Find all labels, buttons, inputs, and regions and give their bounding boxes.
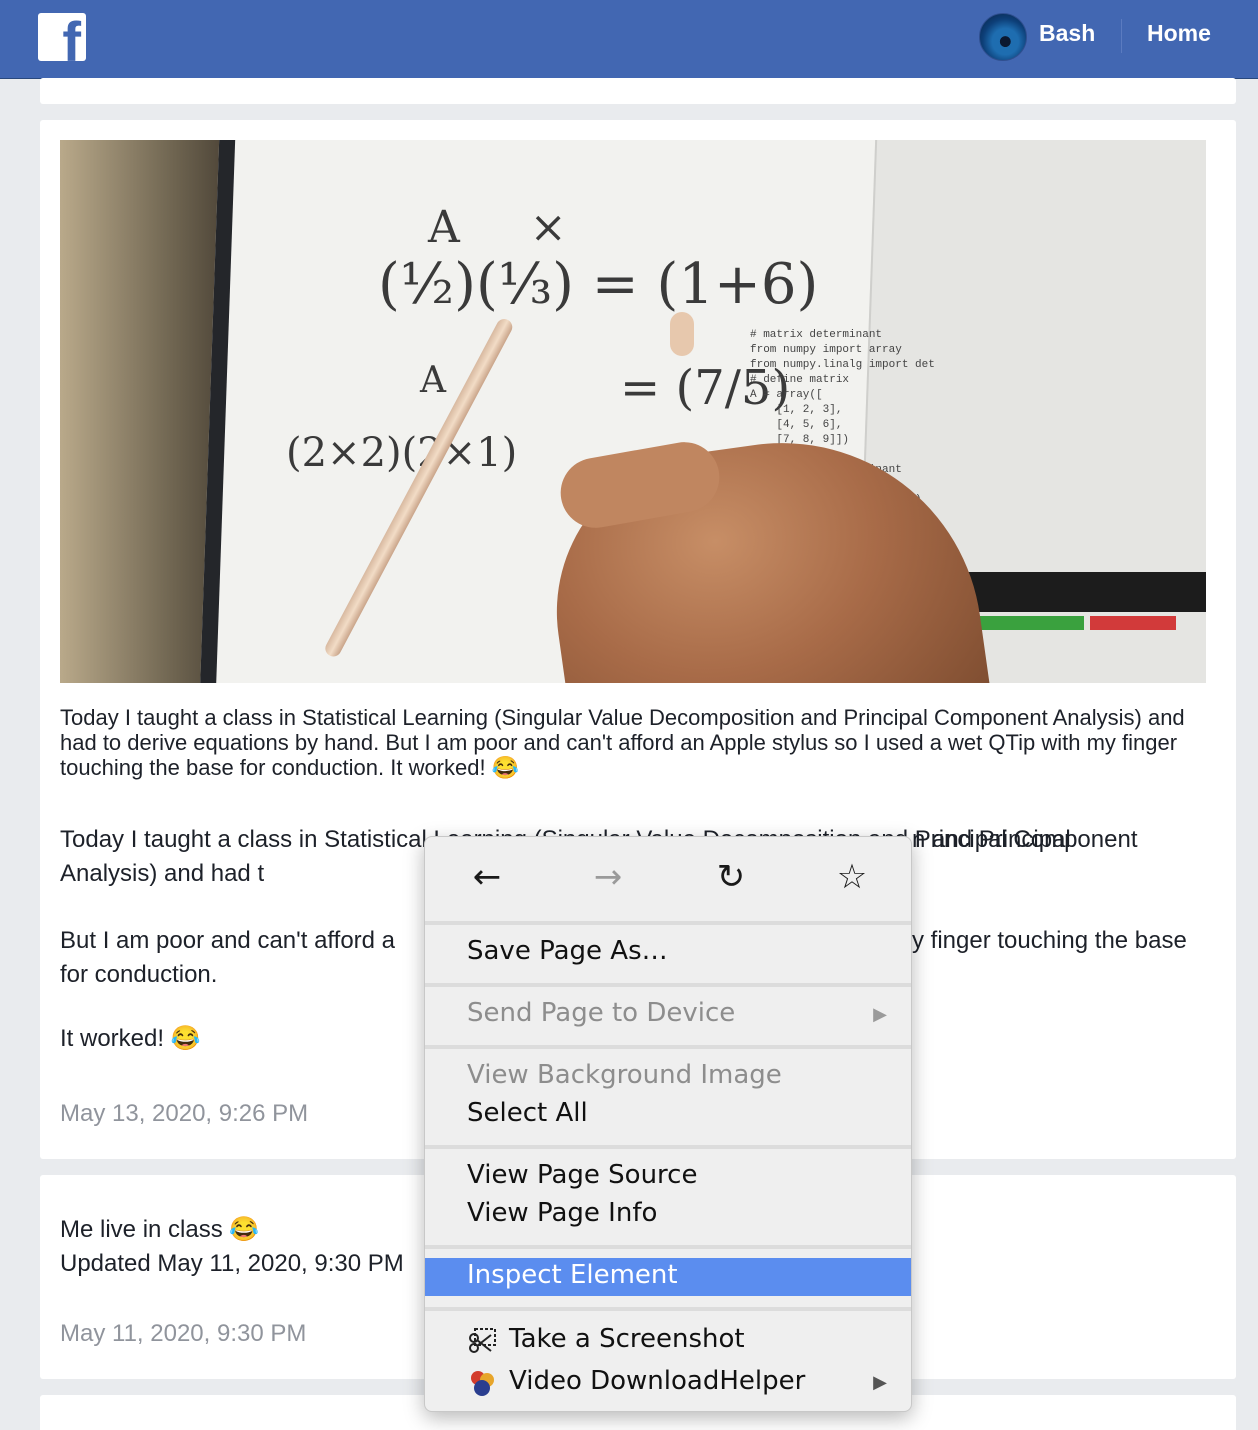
previous-post-card [40, 78, 1236, 104]
handwriting-dims: (2×2)(2×1) [286, 430, 518, 476]
stop-share-bar [1090, 616, 1176, 630]
handwriting-a2: A [420, 360, 446, 401]
back-icon[interactable]: ← [465, 855, 509, 899]
menu-item-view-page-info[interactable]: View Page Info [467, 1198, 657, 1228]
top-navigation-bar: f Bash Home [0, 0, 1258, 79]
menu-separator [425, 1307, 911, 1311]
post-paragraph-2-tail: y finger touching the base [912, 927, 1187, 954]
reload-icon[interactable]: ↻ [709, 855, 753, 899]
bookmark-star-icon[interactable]: ☆ [830, 855, 874, 899]
post-paragraph-1-tail: n and Principal [912, 826, 1071, 853]
logo-letter: f [62, 13, 81, 62]
handwriting-matrix: (½)(⅓) = (1+6) [378, 252, 819, 317]
forward-icon[interactable]: → [586, 855, 630, 899]
post-timestamp[interactable]: May 13, 2020, 9:26 PM [60, 1100, 308, 1128]
facebook-logo-icon[interactable]: f [38, 13, 86, 61]
post-paragraph-3: It worked! 😂 [60, 1025, 201, 1052]
submenu-arrow-icon: ▶ [873, 1004, 887, 1025]
menu-separator [425, 921, 911, 925]
qtip-tip [670, 312, 694, 356]
menu-item-select-all[interactable]: Select All [467, 1098, 588, 1128]
submenu-arrow-icon: ▶ [873, 1372, 887, 1393]
menu-separator [425, 1145, 911, 1149]
avatar[interactable] [979, 13, 1027, 61]
menu-item-inspect-element[interactable]: Inspect Element [467, 1260, 678, 1290]
video-downloadhelper-icon [471, 1371, 494, 1396]
home-link[interactable]: Home [1147, 20, 1211, 47]
screenshot-scissors-icon [469, 1328, 496, 1353]
menu-separator [425, 983, 911, 987]
nav-divider [1121, 19, 1122, 53]
menu-separator [425, 1045, 911, 1049]
menu-item-save-page-as[interactable]: Save Page As… [467, 936, 668, 966]
context-menu-nav-row: ← → ↻ ☆ [425, 837, 911, 921]
post2-timestamp[interactable]: May 11, 2020, 9:30 PM [60, 1320, 306, 1348]
menu-item-view-page-source[interactable]: View Page Source [467, 1160, 697, 1190]
menu-item-video-downloadhelper[interactable]: Video DownloadHelper [509, 1366, 805, 1396]
menu-item-take-screenshot[interactable]: Take a Screenshot [509, 1324, 745, 1354]
post-caption: Today I taught a class in Statistical Le… [60, 705, 1185, 780]
handwriting-a: A × [428, 202, 567, 253]
menu-separator [425, 1245, 911, 1249]
post2-text-block: Me live in class 😂 Updated May 11, 2020,… [60, 1213, 404, 1281]
menu-item-view-background-image[interactable]: View Background Image [467, 1060, 782, 1090]
menu-item-send-page-to-device[interactable]: Send Page to Device [467, 998, 735, 1028]
context-menu: ← → ↻ ☆ Save Page As… Send Page to Devic… [424, 836, 912, 1412]
user-name-link[interactable]: Bash [1039, 20, 1095, 47]
post2-updated: Updated May 11, 2020, 9:30 PM [60, 1250, 404, 1277]
post2-text: Me live in class 😂 [60, 1216, 260, 1243]
post-photo[interactable]: A × (½)(⅓) = (1+6) A (2×2)(2×1) = (7/5) … [60, 140, 1206, 683]
